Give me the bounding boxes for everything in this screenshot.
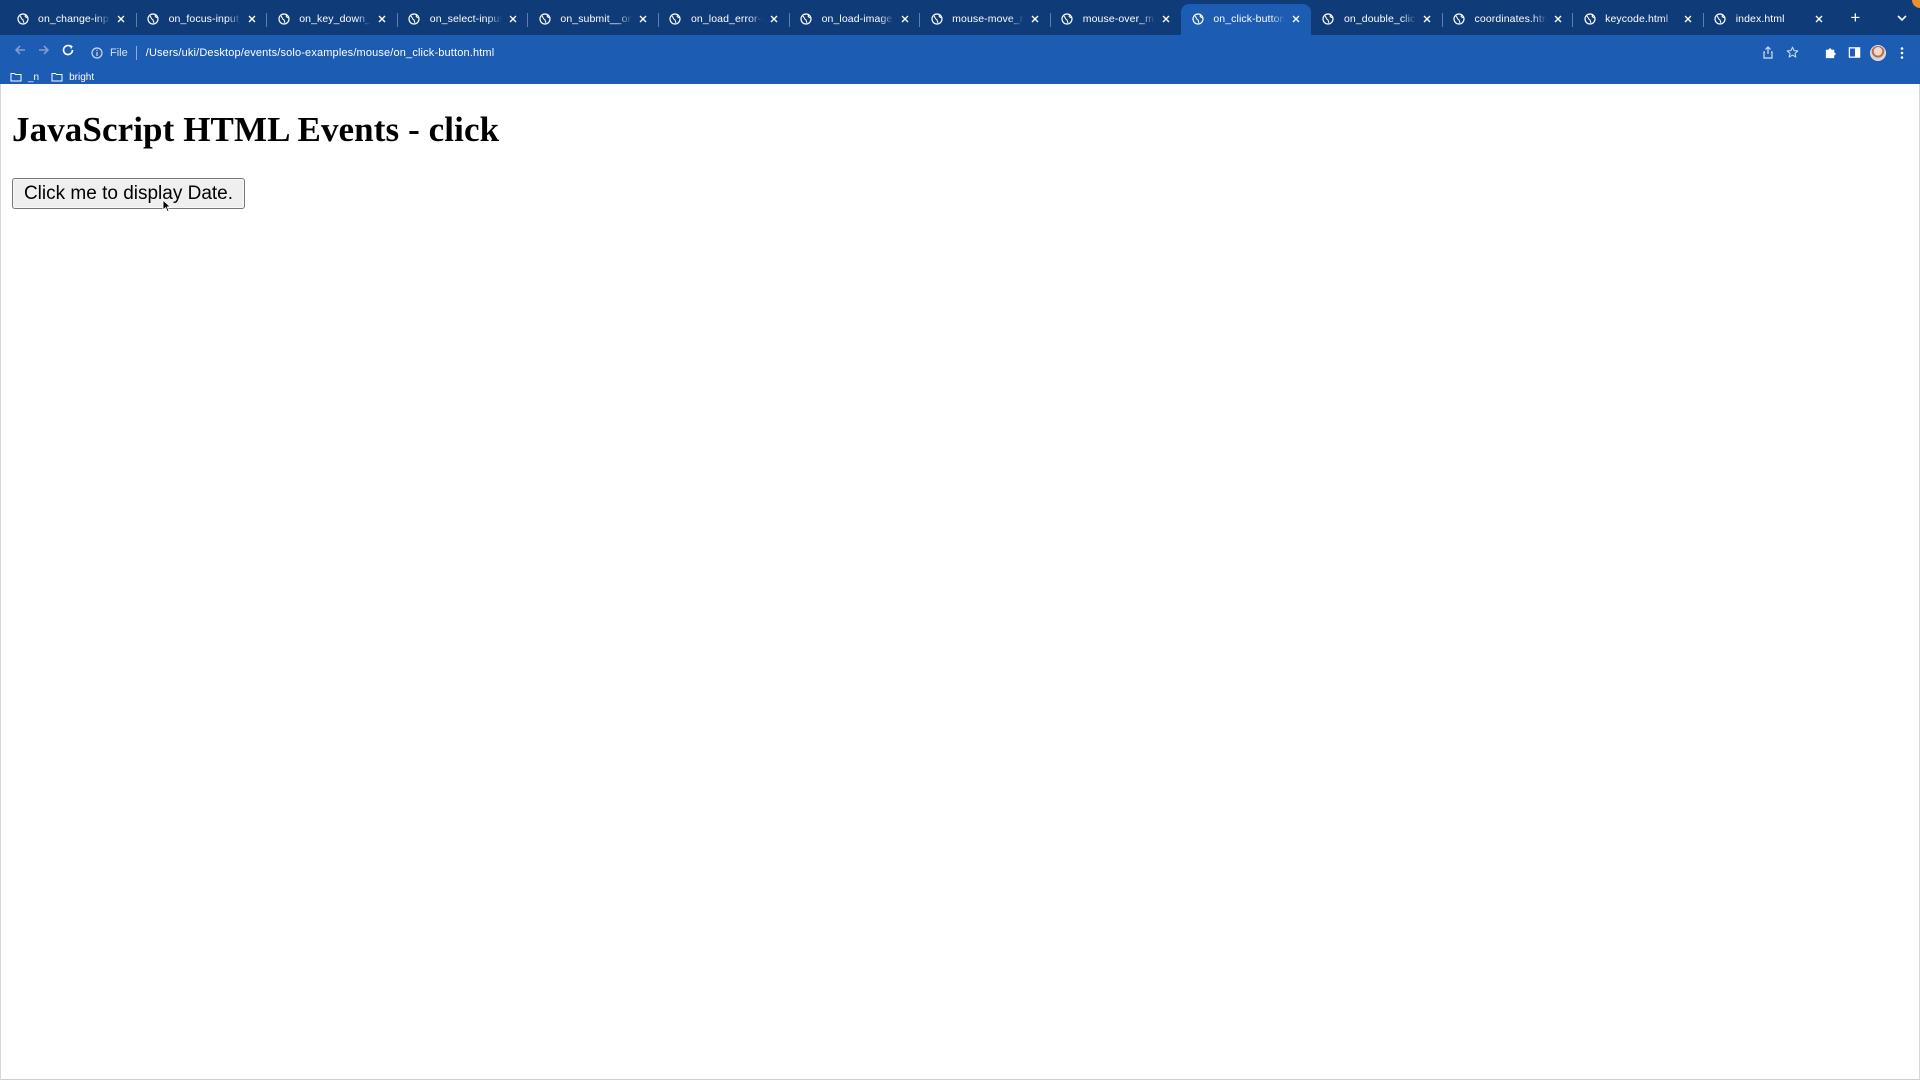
toolbar-actions — [1758, 41, 1912, 65]
browser-tab[interactable]: on_double_click-button.html — [1312, 4, 1442, 35]
tab-title: on_submit__on_reset.html — [560, 12, 633, 25]
tab-close-icon[interactable] — [245, 12, 259, 26]
address-scheme-label: File — [110, 46, 128, 59]
display-date-button[interactable]: Click me to display Date. — [12, 178, 245, 209]
bookmark-folder-bright[interactable]: bright — [51, 70, 94, 84]
profile-avatar[interactable] — [1868, 41, 1888, 65]
browser-tab[interactable]: on_submit__on_reset.html — [527, 4, 658, 35]
address-url[interactable]: /Users/uki/Desktop/events/solo-examples/… — [146, 47, 495, 59]
bookmark-folder-n[interactable]: _n — [10, 70, 39, 84]
globe-icon — [538, 12, 551, 25]
tab-close-icon[interactable] — [1289, 12, 1303, 26]
bookmark-label: _n — [28, 71, 40, 83]
browser-tab[interactable]: on_key_down__up.html — [266, 4, 397, 35]
tab-title: mouse-over_mouse.html — [1082, 12, 1155, 25]
tab-title: index.html — [1735, 12, 1785, 25]
tab-close-icon[interactable] — [1551, 12, 1565, 26]
browser-tab[interactable]: on_load_error-image.html — [657, 4, 789, 35]
browser-tab[interactable]: coordinates.html — [1441, 4, 1573, 35]
tab-close-icon[interactable] — [1812, 12, 1826, 26]
tab-close-icon[interactable] — [767, 12, 781, 26]
bookmark-star-icon[interactable] — [1782, 41, 1802, 65]
browser-tab[interactable]: keycode.html — [1572, 4, 1703, 35]
bookmarks-bar: _n bright — [0, 70, 1920, 84]
folder-icon — [10, 72, 22, 82]
globe-icon — [1714, 12, 1727, 25]
info-icon[interactable] — [90, 46, 104, 60]
globe-icon — [1191, 12, 1204, 25]
globe-icon — [800, 12, 813, 25]
reload-button[interactable] — [56, 41, 80, 65]
tab-close-icon[interactable] — [1159, 12, 1173, 26]
tab-close-icon[interactable] — [898, 12, 912, 26]
reload-icon — [61, 43, 75, 62]
tab-close-icon[interactable] — [375, 12, 389, 26]
globe-icon — [147, 12, 160, 25]
tab-title: on_key_down__up.html — [299, 12, 372, 25]
side-panel-icon[interactable] — [1844, 41, 1864, 65]
tab-title: on_focus-input_field.html — [168, 12, 241, 25]
globe-icon — [408, 12, 421, 25]
tab-close-icon[interactable] — [1028, 12, 1042, 26]
browser-tab[interactable]: index.html — [1702, 4, 1834, 35]
new-tab-button[interactable]: + — [1840, 4, 1870, 35]
browser-tab[interactable]: on_select-input_field.html — [396, 4, 528, 35]
browser-tab[interactable]: on_click-button.html — [1181, 4, 1312, 35]
page-body: JavaScript HTML Events - click Click me … — [0, 84, 1920, 1080]
address-divider — [135, 45, 137, 60]
browser-tab[interactable]: on_focus-input_field.html — [135, 4, 267, 35]
tab-title: on_change-input_field.html — [38, 12, 110, 25]
avatar-image-icon — [1870, 44, 1886, 61]
tab-search-chevron-icon[interactable] — [1894, 10, 1910, 26]
forward-button[interactable] — [32, 41, 56, 65]
globe-icon — [930, 12, 943, 25]
tab-strip: on_change-input_field.html on_focus-input… — [0, 0, 1920, 35]
page-heading: JavaScript HTML Events - click — [12, 110, 500, 149]
tab-title: coordinates.html — [1474, 12, 1547, 25]
tab-close-icon[interactable] — [506, 12, 520, 26]
page-viewport: JavaScript HTML Events - click Click me … — [0, 84, 1920, 1080]
address-bar[interactable]: File /Users/uki/Desktop/events/solo-exam… — [90, 39, 1748, 67]
tab-title: on_select-input_field.html — [429, 12, 502, 25]
tab-close-icon[interactable] — [1681, 12, 1695, 26]
arrow-right-icon — [37, 43, 51, 62]
tab-title: on_load-image.html — [821, 12, 894, 25]
browser-toolbar: File /Users/uki/Desktop/events/solo-exam… — [0, 35, 1920, 70]
extensions-puzzle-icon[interactable] — [1820, 41, 1840, 65]
tab-title: on_load_error-image.html — [690, 12, 763, 25]
tab-title: keycode.html — [1605, 12, 1669, 25]
globe-icon — [1583, 12, 1596, 25]
globe-icon — [669, 12, 682, 25]
share-icon[interactable] — [1758, 41, 1778, 65]
tab-title: on_click-button.html — [1213, 12, 1286, 25]
globe-icon — [1061, 12, 1074, 25]
folder-icon — [51, 72, 63, 82]
tab-close-icon[interactable] — [114, 12, 128, 26]
globe-icon — [1322, 12, 1335, 25]
arrow-left-icon — [13, 43, 27, 62]
browser-menu-kebab-icon[interactable] — [1892, 41, 1912, 65]
browser-tab[interactable]: on_change-input_field.html — [6, 4, 136, 35]
browser-tab[interactable]: mouse-move_mouse.html — [919, 4, 1050, 35]
tab-title: on_double_click-button.html — [1343, 12, 1416, 25]
browser-tab[interactable]: on_load-image.html — [788, 4, 920, 35]
tab-title: mouse-move_mouse.html — [952, 12, 1024, 25]
globe-icon — [1453, 12, 1466, 25]
tab-close-icon[interactable] — [1420, 12, 1434, 26]
globe-icon — [16, 12, 29, 25]
back-button[interactable] — [8, 41, 32, 65]
globe-icon — [277, 12, 290, 25]
bookmark-label: bright — [69, 71, 95, 83]
browser-tab[interactable]: mouse-over_mouse.html — [1049, 4, 1181, 35]
tab-list: on_change-input_field.html on_focus-input… — [6, 4, 1834, 35]
tab-close-icon[interactable] — [636, 12, 650, 26]
update-indicator-icon — [1912, 0, 1920, 8]
